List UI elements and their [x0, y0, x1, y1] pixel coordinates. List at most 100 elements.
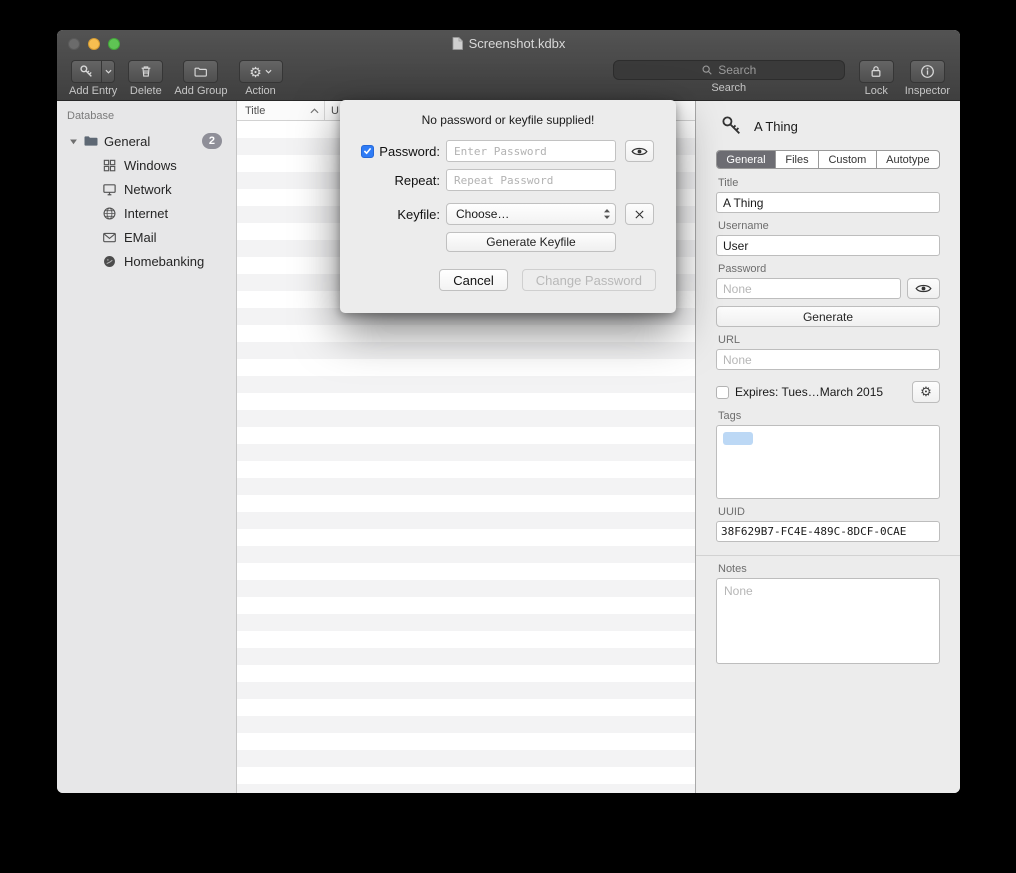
title-field[interactable]	[716, 192, 940, 213]
sidebar-item-label: General	[104, 134, 150, 149]
notes-field[interactable]	[716, 578, 940, 664]
gear-icon: ⚙	[920, 384, 932, 400]
url-field[interactable]	[716, 349, 940, 370]
toolbar-item-add-group: Add Group	[174, 60, 227, 97]
minimize-button[interactable]	[88, 38, 100, 50]
change-password-dialog: No password or keyfile supplied! Passwor…	[340, 100, 676, 313]
keyfile-popup-value: Choose…	[456, 207, 509, 221]
password-checkbox[interactable]	[361, 145, 374, 158]
inspector-button[interactable]	[910, 60, 945, 83]
key-icon	[79, 64, 94, 79]
reveal-password-button[interactable]	[907, 278, 940, 299]
app-window: Screenshot.kdbx Add Ent	[57, 30, 960, 793]
window-title: Screenshot.kdbx	[452, 36, 566, 51]
coin-icon	[101, 253, 117, 269]
sidebar-item-windows[interactable]: Windows	[57, 153, 236, 177]
sidebar-item-label: Internet	[124, 206, 168, 221]
sidebar-item-label: Homebanking	[124, 254, 204, 269]
gear-icon: ⚙	[249, 65, 262, 79]
add-entry-dropdown-button[interactable]	[101, 60, 115, 83]
dialog-message: No password or keyfile supplied!	[340, 113, 676, 127]
document-icon	[452, 37, 463, 50]
column-username-label: U	[331, 105, 339, 117]
tab-general[interactable]: General	[717, 151, 776, 168]
column-header-username[interactable]: U	[325, 105, 339, 117]
password-label: Password	[718, 263, 940, 275]
toolbar-item-search: Search Search	[613, 60, 845, 94]
entry-header: A Thing	[716, 115, 940, 137]
popup-stepper-icon	[603, 207, 611, 221]
expires-label: Expires: Tues…March 2015	[735, 385, 906, 399]
toolbar-item-add-entry: Add Entry	[69, 60, 117, 97]
monitor-icon	[101, 181, 117, 197]
notes-label: Notes	[718, 563, 940, 575]
sidebar: Database General 2 Windows	[57, 101, 237, 793]
keyfile-popup[interactable]: Choose…	[446, 203, 616, 225]
toolbar-item-action: ⚙ Action	[239, 60, 283, 97]
toolbar-item-inspector: Inspector	[905, 60, 950, 97]
column-header-title[interactable]: Title	[237, 101, 325, 120]
tab-files[interactable]: Files	[776, 151, 819, 168]
sidebar-item-internet[interactable]: Internet	[57, 201, 236, 225]
sidebar-item-general[interactable]: General 2	[57, 129, 236, 153]
repeat-password-input[interactable]	[446, 169, 616, 191]
close-button[interactable]	[68, 38, 80, 50]
action-label: Action	[245, 85, 276, 97]
title-bar[interactable]: Screenshot.kdbx	[57, 30, 960, 57]
username-field[interactable]	[716, 235, 940, 256]
sidebar-item-homebanking[interactable]: Homebanking	[57, 249, 236, 273]
divider	[696, 555, 960, 556]
zoom-button[interactable]	[108, 38, 120, 50]
lock-label: Lock	[865, 85, 888, 97]
expires-row: Expires: Tues…March 2015 ⚙	[716, 381, 940, 403]
chevron-down-icon	[265, 69, 272, 74]
delete-button[interactable]	[128, 60, 163, 83]
sidebar-item-label: Windows	[124, 158, 177, 173]
search-input[interactable]: Search	[613, 60, 845, 80]
add-group-button[interactable]	[183, 60, 218, 83]
folder-icon	[83, 133, 99, 149]
cancel-button[interactable]: Cancel	[439, 269, 507, 291]
uuid-field[interactable]	[716, 521, 940, 542]
delete-label: Delete	[130, 85, 162, 97]
toolbar-item-delete: Delete	[128, 60, 163, 97]
traffic-lights	[68, 38, 120, 50]
password-field[interactable]	[716, 278, 901, 299]
tab-autotype[interactable]: Autotype	[877, 151, 939, 168]
expires-checkbox[interactable]	[716, 386, 729, 399]
disclosure-triangle-icon[interactable]	[69, 137, 78, 146]
trash-icon	[139, 64, 153, 79]
add-group-label: Add Group	[174, 85, 227, 97]
envelope-icon	[101, 229, 117, 245]
generate-password-button[interactable]: Generate	[716, 306, 940, 327]
add-entry-button[interactable]	[71, 60, 101, 83]
info-icon	[920, 64, 935, 79]
dialog-buttons: Cancel Change Password	[340, 269, 676, 291]
keyfile-row: Keyfile: Choose…	[356, 203, 676, 225]
generate-keyfile-row: Generate Keyfile	[446, 232, 676, 252]
toolbar-item-lock: Lock	[859, 60, 894, 97]
column-title-label: Title	[245, 105, 265, 117]
expires-settings-button[interactable]: ⚙	[912, 381, 940, 403]
sidebar-item-network[interactable]: Network	[57, 177, 236, 201]
action-button[interactable]: ⚙	[239, 60, 283, 83]
repeat-label: Repeat:	[356, 173, 440, 188]
add-entry-label: Add Entry	[69, 85, 117, 97]
tags-field[interactable]	[716, 425, 940, 499]
reveal-password-button[interactable]	[625, 140, 654, 162]
sidebar-item-email[interactable]: EMail	[57, 225, 236, 249]
new-password-input[interactable]	[446, 140, 616, 162]
inspector-label: Inspector	[905, 85, 950, 97]
tab-custom[interactable]: Custom	[819, 151, 877, 168]
lock-icon	[869, 64, 883, 79]
change-password-button[interactable]: Change Password	[522, 269, 656, 291]
lock-button[interactable]	[859, 60, 894, 83]
folder-icon	[193, 65, 208, 79]
window-chrome: Screenshot.kdbx Add Ent	[57, 30, 960, 101]
generate-keyfile-button[interactable]: Generate Keyfile	[446, 232, 616, 252]
keyfile-label: Keyfile:	[356, 207, 440, 222]
clear-keyfile-button[interactable]	[625, 203, 654, 225]
entry-title: A Thing	[754, 119, 798, 134]
tag-chip[interactable]	[723, 432, 753, 445]
checkmark-icon	[363, 147, 372, 155]
